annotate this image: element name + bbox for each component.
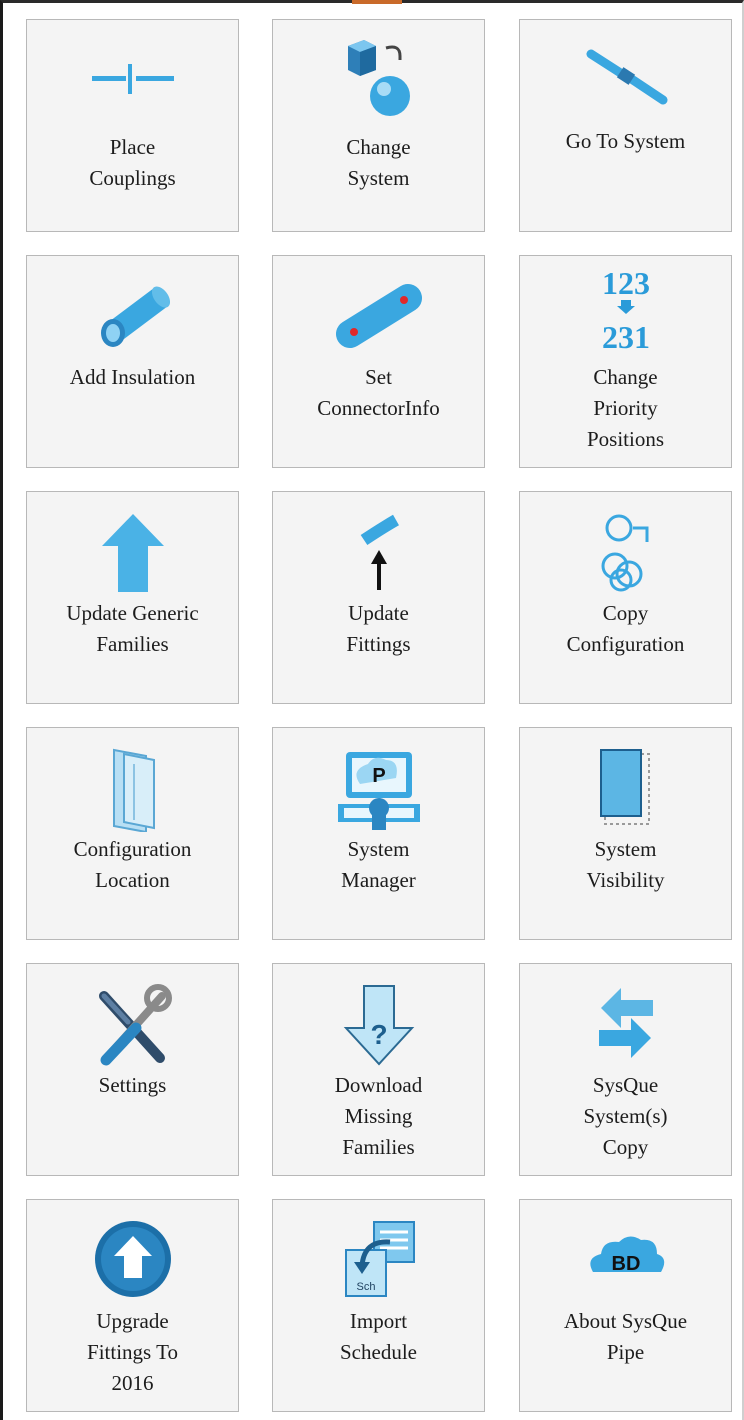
go-to-system-icon xyxy=(581,34,671,124)
place-couplings-label: Place Couplings xyxy=(89,135,176,190)
settings-button[interactable]: Settings xyxy=(26,963,239,1176)
update-generic-families-label: Update Generic Families xyxy=(66,601,199,656)
upgrade-fittings-label: Upgrade Fittings To 2016 xyxy=(87,1309,178,1395)
system-visibility-icon xyxy=(581,742,671,832)
system-visibility-label: System Visibility xyxy=(586,837,665,892)
go-to-system-button[interactable]: Go To System xyxy=(519,19,732,232)
about-sysque-pipe-icon: BD xyxy=(581,1214,671,1304)
change-priority-positions-button[interactable]: 123 231 Change Priority Positions xyxy=(519,255,732,468)
update-fittings-label: Update Fittings xyxy=(346,601,411,656)
configuration-location-button[interactable]: Configuration Location xyxy=(26,727,239,940)
change-priority-icon: 123 231 xyxy=(581,262,671,352)
update-fittings-button[interactable]: Update Fittings xyxy=(272,491,485,704)
update-fittings-icon xyxy=(334,506,424,596)
download-missing-families-label: Download Missing Families xyxy=(334,1073,423,1159)
settings-label: Settings xyxy=(98,1073,167,1097)
upgrade-fittings-button[interactable]: Upgrade Fittings To 2016 xyxy=(26,1199,239,1412)
sysque-systems-copy-button[interactable]: SysQue System(s) Copy xyxy=(519,963,732,1176)
system-manager-label: System Manager xyxy=(341,837,416,892)
add-insulation-label: Add Insulation xyxy=(69,365,196,389)
svg-text:Sch: Sch xyxy=(356,1281,375,1293)
add-insulation-icon xyxy=(88,270,178,360)
add-insulation-button[interactable]: Add Insulation xyxy=(26,255,239,468)
copy-configuration-button[interactable]: Copy Configuration xyxy=(519,491,732,704)
set-connector-info-button[interactable]: Set ConnectorInfo xyxy=(272,255,485,468)
svg-text:P: P xyxy=(372,765,385,787)
change-system-button[interactable]: Change System xyxy=(272,19,485,232)
go-to-system-label: Go To System xyxy=(565,129,686,153)
update-generic-families-icon xyxy=(88,506,178,596)
svg-text:231: 231 xyxy=(602,319,650,352)
system-manager-icon: P xyxy=(334,742,424,832)
svg-text:?: ? xyxy=(370,1019,387,1050)
settings-icon xyxy=(88,978,178,1068)
place-couplings-icon xyxy=(88,34,178,124)
configuration-location-icon xyxy=(88,742,178,832)
upgrade-fittings-icon xyxy=(88,1214,178,1304)
svg-text:123: 123 xyxy=(602,265,650,301)
tools-grid: Place Couplings Change System Go To Syst… xyxy=(0,0,744,1420)
sysque-systems-copy-label: SysQue System(s) Copy xyxy=(583,1073,668,1159)
change-system-label: Change System xyxy=(346,135,411,190)
import-schedule-button[interactable]: Sch Import Schedule xyxy=(272,1199,485,1412)
copy-configuration-label: Copy Configuration xyxy=(566,601,685,656)
copy-configuration-icon xyxy=(581,506,671,596)
update-generic-families-button[interactable]: Update Generic Families xyxy=(26,491,239,704)
import-schedule-label: Import Schedule xyxy=(340,1309,417,1364)
configuration-location-label: Configuration Location xyxy=(73,837,192,892)
change-priority-positions-label: Change Priority Positions xyxy=(586,365,665,451)
download-missing-families-button[interactable]: ? Download Missing Families xyxy=(272,963,485,1176)
svg-text:BD: BD xyxy=(611,1253,640,1275)
place-couplings-button[interactable]: Place Couplings xyxy=(26,19,239,232)
about-sysque-pipe-button[interactable]: BD About SysQue Pipe xyxy=(519,1199,732,1412)
set-connector-info-label: Set ConnectorInfo xyxy=(317,365,440,420)
download-missing-families-icon: ? xyxy=(334,978,424,1068)
about-sysque-pipe-label: About SysQue Pipe xyxy=(563,1309,688,1364)
system-manager-button[interactable]: P System Manager xyxy=(272,727,485,940)
change-system-icon xyxy=(334,34,424,124)
import-schedule-icon: Sch xyxy=(334,1214,424,1304)
system-visibility-button[interactable]: System Visibility xyxy=(519,727,732,940)
sysque-systems-copy-icon xyxy=(581,978,671,1068)
set-connector-info-icon xyxy=(334,270,424,360)
